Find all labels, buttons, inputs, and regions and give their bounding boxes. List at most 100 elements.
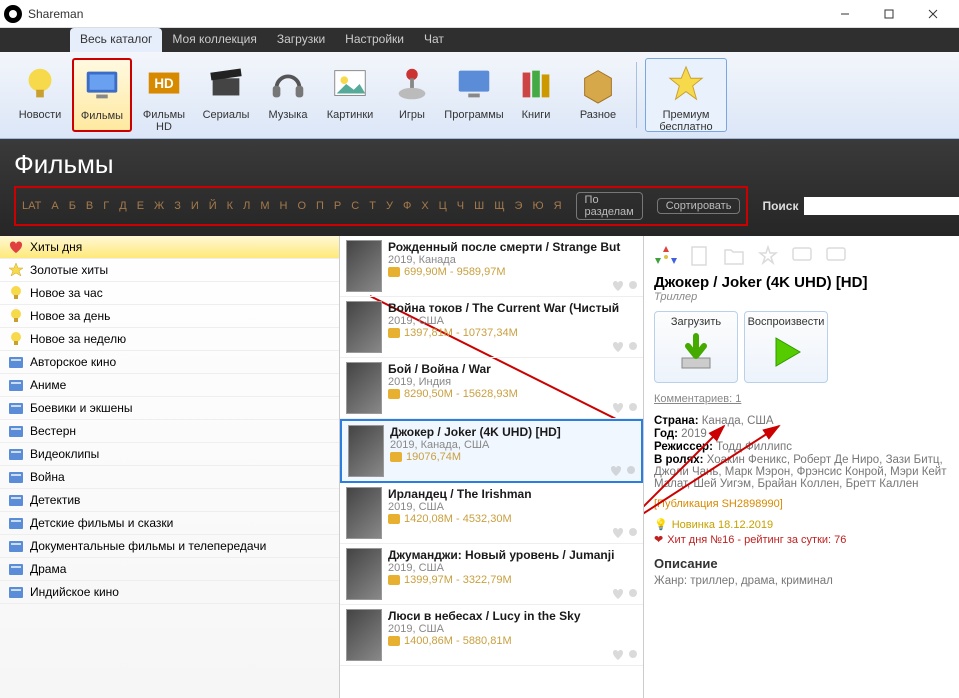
- alpha-letter[interactable]: К: [227, 200, 233, 212]
- menu-tab[interactable]: Загрузки: [267, 28, 335, 52]
- sidebar-item[interactable]: Новое за день: [0, 305, 339, 328]
- alpha-letter[interactable]: А: [51, 200, 58, 212]
- alpha-letter[interactable]: И: [191, 200, 199, 212]
- alpha-letter[interactable]: Ш: [474, 200, 484, 212]
- sidebar-item[interactable]: Видеоклипы: [0, 443, 339, 466]
- menu-tab[interactable]: Весь каталог: [70, 28, 162, 52]
- alpha-letter[interactable]: Н: [279, 200, 287, 212]
- comments-link[interactable]: Комментариев: 1: [654, 393, 949, 405]
- film-row[interactable]: Рожденный после смерти / Strange But2019…: [340, 236, 643, 297]
- alpha-letter[interactable]: Р: [334, 200, 341, 212]
- bulb-icon[interactable]: [627, 341, 639, 353]
- toolbar-monitor[interactable]: Фильмы: [72, 58, 132, 132]
- heart-icon[interactable]: [612, 402, 624, 414]
- heart-icon[interactable]: [612, 649, 624, 661]
- alpha-letter[interactable]: З: [174, 200, 181, 212]
- sidebar-item[interactable]: Хиты дня: [0, 236, 339, 259]
- alpha-letter[interactable]: Ю: [532, 200, 543, 212]
- alpha-letter[interactable]: М: [260, 200, 269, 212]
- alpha-letter[interactable]: О: [297, 200, 306, 212]
- bulb-icon[interactable]: [627, 649, 639, 661]
- bulb-icon[interactable]: [627, 402, 639, 414]
- sidebar-item[interactable]: Война: [0, 466, 339, 489]
- toolbar-books[interactable]: Книги: [506, 58, 566, 132]
- heart-icon[interactable]: [612, 588, 624, 600]
- maximize-button[interactable]: [867, 0, 911, 28]
- bulb-icon[interactable]: [627, 280, 639, 292]
- heart-icon[interactable]: [612, 527, 624, 539]
- sidebar-item[interactable]: Индийское кино: [0, 581, 339, 604]
- alpha-letter[interactable]: Ц: [439, 200, 447, 212]
- more-icon[interactable]: [824, 244, 848, 268]
- doc-icon[interactable]: [688, 244, 712, 268]
- discuss-icon[interactable]: [790, 244, 814, 268]
- detail-genre: Триллер: [654, 291, 949, 303]
- toolbar-joystick[interactable]: Игры: [382, 58, 442, 132]
- sidebar-item[interactable]: Детские фильмы и сказки: [0, 512, 339, 535]
- alpha-letter[interactable]: Л: [243, 200, 250, 212]
- folder-icon[interactable]: [722, 244, 746, 268]
- film-row[interactable]: Джокер / Joker (4K UHD) [HD]2019, Канада…: [340, 419, 643, 483]
- alpha-letter[interactable]: В: [86, 200, 93, 212]
- sidebar-item[interactable]: Аниме: [0, 374, 339, 397]
- alpha-letter[interactable]: П: [316, 200, 324, 212]
- sidebar-item[interactable]: Новое за час: [0, 282, 339, 305]
- heart-icon[interactable]: [612, 280, 624, 292]
- sort-pill[interactable]: Сортировать: [657, 198, 741, 214]
- toolbar-hd[interactable]: HDФильмы HD: [134, 58, 194, 132]
- search-input[interactable]: [804, 197, 959, 215]
- film-row[interactable]: Люси в небесах / Lucy in the Sky2019, СШ…: [340, 605, 643, 666]
- download-button[interactable]: Загрузить: [654, 311, 738, 383]
- sidebar-item[interactable]: Драма: [0, 558, 339, 581]
- toolbar-headphones[interactable]: Музыка: [258, 58, 318, 132]
- film-row[interactable]: Ирландец / The Irishman2019, США1420,08M…: [340, 483, 643, 544]
- toolbar-clapper[interactable]: Сериалы: [196, 58, 256, 132]
- alpha-letter[interactable]: У: [386, 200, 393, 212]
- alpha-letter[interactable]: С: [351, 200, 359, 212]
- alpha-letter[interactable]: Й: [209, 200, 217, 212]
- menu-tab[interactable]: Моя коллекция: [162, 28, 266, 52]
- sidebar-item[interactable]: Детектив: [0, 489, 339, 512]
- alpha-letter[interactable]: Б: [69, 200, 76, 212]
- rate-icon[interactable]: [756, 244, 780, 268]
- alpha-letter[interactable]: Ф: [403, 200, 411, 212]
- alpha-letter[interactable]: LAT: [22, 200, 41, 212]
- toolbar-monitor2[interactable]: Программы: [444, 58, 504, 132]
- close-button[interactable]: [911, 0, 955, 28]
- minimize-button[interactable]: [823, 0, 867, 28]
- bulb-icon[interactable]: [625, 465, 637, 477]
- sidebar-item[interactable]: Документальные фильмы и телепередачи: [0, 535, 339, 558]
- sidebar-item[interactable]: Вестерн: [0, 420, 339, 443]
- heart-icon[interactable]: [612, 341, 624, 353]
- alpha-letter[interactable]: Т: [369, 200, 376, 212]
- alpha-letter[interactable]: Щ: [494, 200, 504, 212]
- premium-button[interactable]: Премиум бесплатно: [645, 58, 727, 132]
- alpha-letter[interactable]: Г: [103, 200, 109, 212]
- bulb-icon[interactable]: [627, 588, 639, 600]
- alpha-letter[interactable]: Х: [421, 200, 428, 212]
- share-icon[interactable]: [654, 244, 678, 268]
- bulb-icon[interactable]: [627, 527, 639, 539]
- sidebar-item[interactable]: Новое за неделю: [0, 328, 339, 351]
- toolbar-bulb[interactable]: Новости: [10, 58, 70, 132]
- menu-tab[interactable]: Чат: [414, 28, 454, 52]
- sidebar-item[interactable]: Золотые хиты: [0, 259, 339, 282]
- sidebar-item[interactable]: Авторское кино: [0, 351, 339, 374]
- toolbar-box[interactable]: Разное: [568, 58, 628, 132]
- play-button[interactable]: Воспроизвести: [744, 311, 828, 383]
- sidebar-item[interactable]: Боевики и экшены: [0, 397, 339, 420]
- film-row[interactable]: Война токов / The Current War (Чистый201…: [340, 297, 643, 358]
- alpha-letter[interactable]: Э: [515, 200, 523, 212]
- alpha-letter[interactable]: Ч: [457, 200, 464, 212]
- alpha-letter[interactable]: Я: [554, 200, 562, 212]
- menu-tab[interactable]: Настройки: [335, 28, 414, 52]
- alpha-letter[interactable]: Е: [137, 200, 144, 212]
- sections-pill[interactable]: По разделам: [576, 192, 643, 220]
- toolbar-picture[interactable]: Картинки: [320, 58, 380, 132]
- film-row[interactable]: Джуманджи: Новый уровень / Jumanji2019, …: [340, 544, 643, 605]
- alpha-letter[interactable]: Д: [119, 200, 126, 212]
- film-row[interactable]: Бой / Война / War2019, Индия8290,50M - 1…: [340, 358, 643, 419]
- heart-icon[interactable]: [610, 465, 622, 477]
- alpha-letter[interactable]: Ж: [154, 200, 164, 212]
- toolbar: НовостиФильмыHDФильмы HDСериалыМузыкаКар…: [0, 52, 959, 139]
